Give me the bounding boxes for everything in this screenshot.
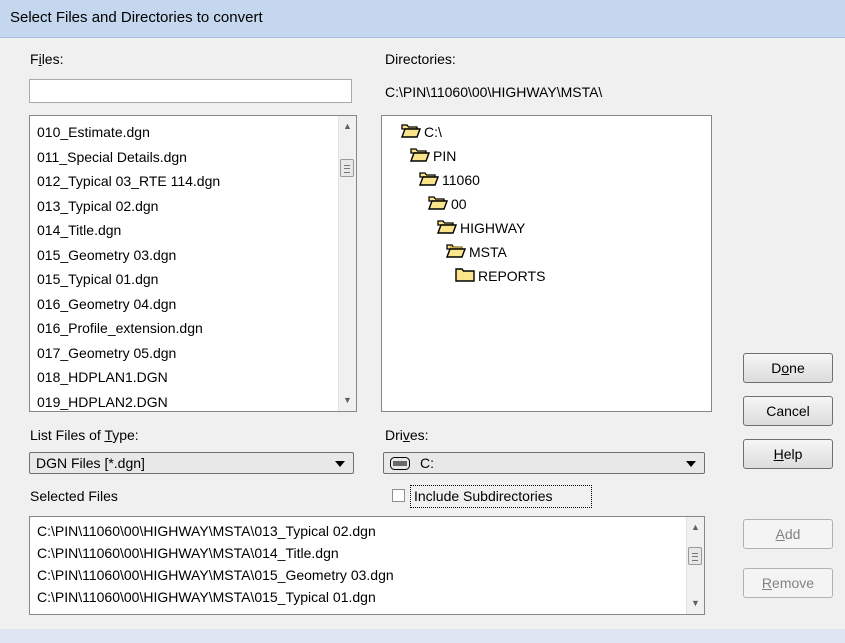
directory-item[interactable]: C:\ <box>400 121 442 144</box>
window-bottom-edge <box>0 629 845 643</box>
file-list-item[interactable]: 010_Estimate.dgn <box>30 120 356 145</box>
folder-open-icon <box>409 146 431 168</box>
window-title: Select Files and Directories to convert <box>10 9 263 26</box>
drives-label: Drives: <box>385 427 429 443</box>
files-filter-input[interactable] <box>29 79 352 103</box>
scroll-up-arrow-icon[interactable]: ▲ <box>339 118 356 135</box>
current-directory-path: C:\PIN\11060\00\HIGHWAY\MSTA\ <box>385 84 603 100</box>
directories-tree[interactable]: C:\ PIN 11060 00 HIGHWAY MSTA REPORTS <box>381 115 712 412</box>
directory-item[interactable]: PIN <box>409 145 457 168</box>
directory-name: 00 <box>451 196 467 212</box>
files-listbox[interactable]: 010_Estimate.dgn 011_Special Details.dgn 0… <box>29 115 357 412</box>
selected-files-label: Selected Files <box>30 488 118 504</box>
file-list-item[interactable]: 011_Special Details.dgn <box>30 145 356 170</box>
done-button[interactable]: Done <box>743 353 833 383</box>
file-list-item[interactable]: 017_Geometry 05.dgn <box>30 341 356 366</box>
directories-label: Directories: <box>385 51 456 67</box>
scroll-down-arrow-icon[interactable]: ▼ <box>687 595 704 612</box>
file-type-dropdown[interactable]: DGN Files [*.dgn] <box>29 452 354 474</box>
directory-name: REPORTS <box>478 268 546 284</box>
selected-file-item[interactable]: C:\PIN\11060\00\HIGHWAY\MSTA\015_Typical… <box>30 586 704 608</box>
selected-file-item[interactable]: C:\PIN\11060\00\HIGHWAY\MSTA\015_Geometr… <box>30 564 704 586</box>
directory-item[interactable]: HIGHWAY <box>436 217 526 240</box>
folder-open-icon <box>418 170 440 192</box>
scroll-thumb[interactable] <box>688 547 702 565</box>
files-scrollbar[interactable]: ▲ ▼ <box>338 116 356 411</box>
include-subdirectories-label[interactable]: Include Subdirectories <box>414 488 553 504</box>
folder-open-icon <box>445 242 467 264</box>
include-subdirectories-checkbox[interactable] <box>392 489 405 502</box>
directory-name: PIN <box>433 148 457 164</box>
files-label: Files: <box>30 51 64 67</box>
selected-file-item[interactable]: C:\PIN\11060\00\HIGHWAY\MSTA\014_Title.d… <box>30 542 704 564</box>
hard-drive-icon <box>390 457 410 470</box>
scroll-up-arrow-icon[interactable]: ▲ <box>687 519 704 536</box>
file-list-item[interactable]: 013_Typical 02.dgn <box>30 194 356 219</box>
directory-name: HIGHWAY <box>460 220 526 236</box>
add-button[interactable]: Add <box>743 519 833 549</box>
file-list-item[interactable]: 016_Geometry 04.dgn <box>30 292 356 317</box>
scroll-thumb[interactable] <box>340 159 354 177</box>
file-list-item[interactable]: 012_Typical 03_RTE 114.dgn <box>30 169 356 194</box>
remove-button[interactable]: Remove <box>743 568 833 598</box>
file-list-item[interactable]: 014_Title.dgn <box>30 218 356 243</box>
selected-files-listbox[interactable]: C:\PIN\11060\00\HIGHWAY\MSTA\013_Typical… <box>29 516 705 615</box>
file-list-item[interactable]: 015_Typical 01.dgn <box>30 267 356 292</box>
scroll-down-arrow-icon[interactable]: ▼ <box>339 392 356 409</box>
chevron-down-icon <box>686 461 696 467</box>
selected-file-item[interactable]: C:\PIN\11060\00\HIGHWAY\MSTA\013_Typical… <box>30 520 704 542</box>
selected-files-scrollbar[interactable]: ▲ ▼ <box>686 517 704 614</box>
title-bar: Select Files and Directories to convert <box>0 0 845 38</box>
file-list-item[interactable]: 018_HDPLAN1.DGN <box>30 365 356 390</box>
folder-open-icon <box>400 122 422 144</box>
directory-name: 11060 <box>442 172 480 188</box>
directory-item[interactable]: 11060 <box>418 169 480 192</box>
directory-item[interactable]: 00 <box>427 193 467 216</box>
folder-icon <box>455 266 475 288</box>
help-button[interactable]: Help <box>743 439 833 469</box>
file-type-label: List Files of Type: <box>30 427 139 443</box>
cancel-button[interactable]: Cancel <box>743 396 833 426</box>
file-list-item[interactable]: 015_Geometry 03.dgn <box>30 243 356 268</box>
folder-open-icon <box>427 194 449 216</box>
folder-open-icon <box>436 218 458 240</box>
directory-item[interactable]: REPORTS <box>455 265 545 287</box>
chevron-down-icon <box>335 461 345 467</box>
directory-name: C:\ <box>424 124 442 140</box>
directory-name: MSTA <box>469 244 507 260</box>
drives-dropdown[interactable]: C: <box>383 452 705 474</box>
file-list-item[interactable]: 019_HDPLAN2.DGN <box>30 390 356 412</box>
file-list-item[interactable]: 016_Profile_extension.dgn <box>30 316 356 341</box>
directory-item[interactable]: MSTA <box>445 241 507 264</box>
